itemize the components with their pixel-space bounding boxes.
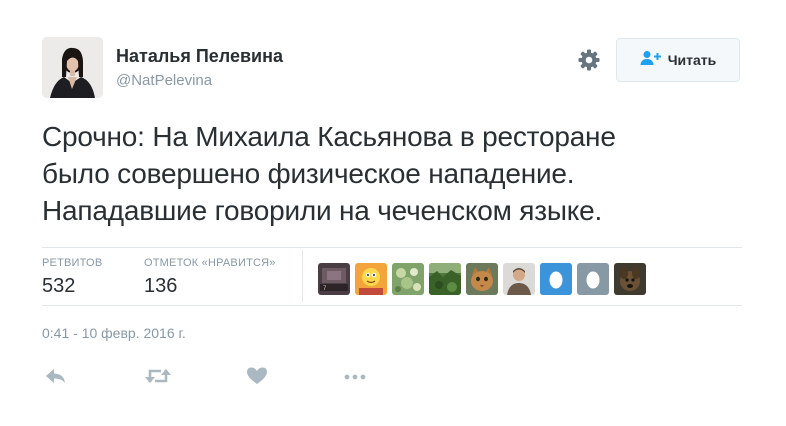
likes-label: ОТМЕТОК «НРАВИТСЯ» bbox=[144, 257, 276, 269]
author-photo bbox=[42, 37, 103, 98]
liker-avatar[interactable] bbox=[355, 263, 387, 295]
stats-separator bbox=[302, 250, 303, 302]
liker-avatar[interactable] bbox=[614, 263, 646, 295]
add-user-icon bbox=[640, 50, 662, 71]
likes-count: 136 bbox=[144, 275, 178, 297]
tweet-timestamp[interactable]: 0:41 - 10 февр. 2016 г. bbox=[42, 325, 186, 341]
tweet-line: Срочно: На Михаила Касьянова в ресторане bbox=[42, 121, 616, 152]
author-handle[interactable]: @NatPelevina bbox=[116, 72, 212, 90]
liker-avatar[interactable] bbox=[429, 263, 461, 295]
egg-icon bbox=[540, 263, 572, 295]
follow-button[interactable]: Читать bbox=[616, 38, 740, 82]
liker-avatar[interactable] bbox=[577, 263, 609, 295]
follow-button-label: Читать bbox=[667, 52, 717, 68]
retweet-icon[interactable] bbox=[144, 366, 172, 386]
retweets-stat[interactable]: РЕТВИТОВ 532 bbox=[42, 256, 102, 298]
reply-icon[interactable] bbox=[44, 366, 68, 386]
author-avatar[interactable] bbox=[42, 37, 103, 98]
likes-stat[interactable]: ОТМЕТОК «НРАВИТСЯ» 136 bbox=[144, 256, 276, 298]
retweets-label: РЕТВИТОВ bbox=[42, 257, 103, 269]
liker-avatars: 7 bbox=[318, 263, 646, 295]
liker-avatar[interactable] bbox=[466, 263, 498, 295]
retweets-count: 532 bbox=[42, 275, 76, 297]
stats-top-divider bbox=[42, 247, 742, 248]
tweet-line: было совершено физическое нападение. bbox=[42, 158, 575, 189]
tweet-text: Срочно: На Михаила Касьянова в ресторане… bbox=[42, 118, 742, 229]
author-name[interactable]: Наталья Пелевина bbox=[116, 45, 283, 67]
liker-avatar[interactable] bbox=[503, 263, 535, 295]
liker-avatar[interactable] bbox=[540, 263, 572, 295]
heart-icon[interactable] bbox=[245, 366, 269, 386]
liker-avatar[interactable] bbox=[392, 263, 424, 295]
liker-avatar[interactable]: 7 bbox=[318, 263, 350, 295]
more-icon[interactable] bbox=[343, 366, 367, 386]
tweet-line: Нападавшие говорили на чеченском языке. bbox=[42, 195, 603, 226]
stats-bottom-divider bbox=[42, 305, 742, 306]
gear-icon[interactable] bbox=[577, 48, 601, 72]
egg-icon bbox=[577, 263, 609, 295]
